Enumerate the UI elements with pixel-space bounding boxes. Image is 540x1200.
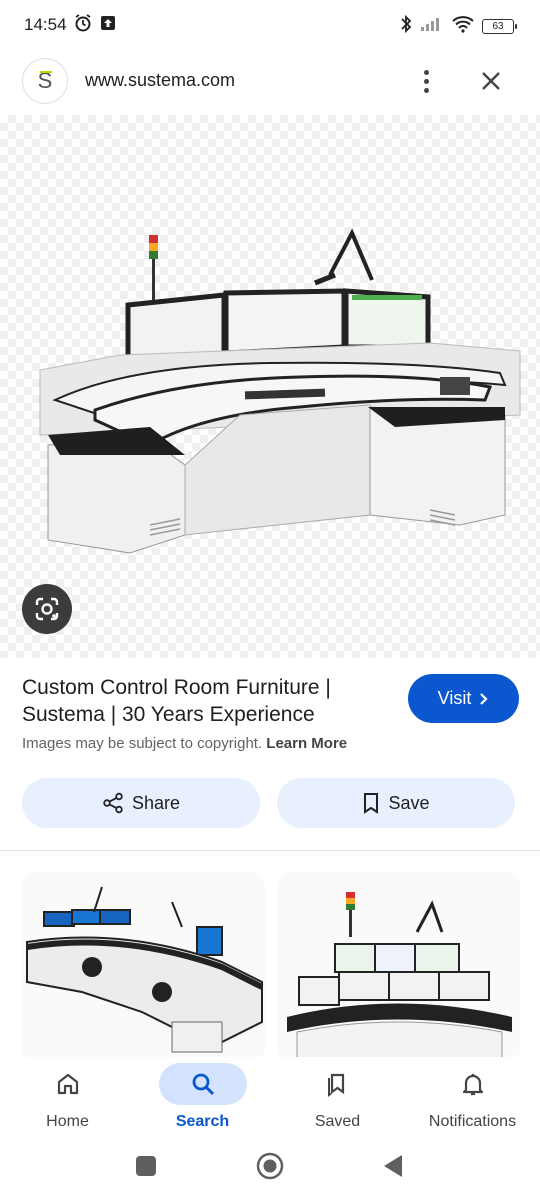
- google-lens-button[interactable]: [22, 584, 72, 634]
- nav-search[interactable]: Search: [135, 1057, 270, 1143]
- nav-label: Saved: [314, 1113, 361, 1130]
- nav-saved[interactable]: Saved: [270, 1057, 405, 1143]
- signal-icon: [420, 16, 444, 37]
- related-image[interactable]: [22, 872, 265, 1062]
- nav-home[interactable]: Home: [0, 1057, 135, 1143]
- share-button[interactable]: Share: [22, 778, 260, 828]
- divider: [0, 850, 540, 851]
- result-image[interactable]: [0, 115, 540, 658]
- wifi-icon: [452, 15, 474, 38]
- system-navigation: [0, 1143, 540, 1200]
- share-icon: [103, 792, 123, 814]
- control-desk-illustration: [39, 228, 521, 554]
- alarm-icon: [73, 13, 93, 38]
- nav-pill: [24, 1063, 112, 1105]
- copyright-text: Images may be subject to copyright.: [22, 735, 263, 752]
- recents-icon[interactable]: [136, 1156, 156, 1176]
- save-button[interactable]: Save: [277, 778, 515, 828]
- related-image[interactable]: [277, 872, 520, 1062]
- url-text[interactable]: www.sustema.com: [85, 70, 235, 91]
- upload-icon: [99, 14, 117, 37]
- status-time: 14:54: [24, 15, 67, 34]
- related-image-illustration-1: [22, 872, 265, 1062]
- lens-icon: [35, 597, 59, 621]
- back-icon[interactable]: [384, 1155, 402, 1177]
- battery-icon: 63: [482, 19, 517, 34]
- visit-label: Visit: [437, 688, 472, 708]
- bell-icon: [462, 1074, 483, 1096]
- bookmarks-icon: [327, 1073, 344, 1097]
- search-icon: [192, 1073, 214, 1096]
- bottom-navigation: Home Search Saved Notifications: [0, 1057, 540, 1143]
- bluetooth-icon: [400, 14, 412, 39]
- related-image-illustration-2: [277, 872, 520, 1062]
- nav-label: Notifications: [428, 1113, 517, 1130]
- nav-pill: [158, 1063, 247, 1105]
- more-vert-icon[interactable]: [412, 66, 440, 96]
- status-bar: 14:54 63: [0, 0, 540, 50]
- nav-pill: [429, 1063, 517, 1105]
- nav-label: Home: [46, 1113, 89, 1130]
- home-icon: [57, 1073, 78, 1095]
- nav-label: Search: [175, 1113, 230, 1130]
- learn-more-link[interactable]: Learn More: [266, 735, 347, 752]
- site-logo: S: [22, 58, 68, 104]
- copyright-notice: Images may be subject to copyright. Lear…: [22, 735, 347, 752]
- chevron-right-icon: [480, 692, 488, 705]
- nav-pill: [294, 1063, 382, 1105]
- close-icon[interactable]: [474, 64, 508, 98]
- url-bar: S www.sustema.com: [0, 56, 540, 108]
- result-title[interactable]: Custom Control Room Furniture | Sustema …: [22, 674, 382, 728]
- visit-button[interactable]: Visit: [408, 674, 519, 723]
- save-label: Save: [388, 792, 430, 813]
- bookmark-icon: [364, 793, 379, 814]
- share-label: Share: [131, 792, 181, 813]
- nav-notifications[interactable]: Notifications: [405, 1057, 540, 1143]
